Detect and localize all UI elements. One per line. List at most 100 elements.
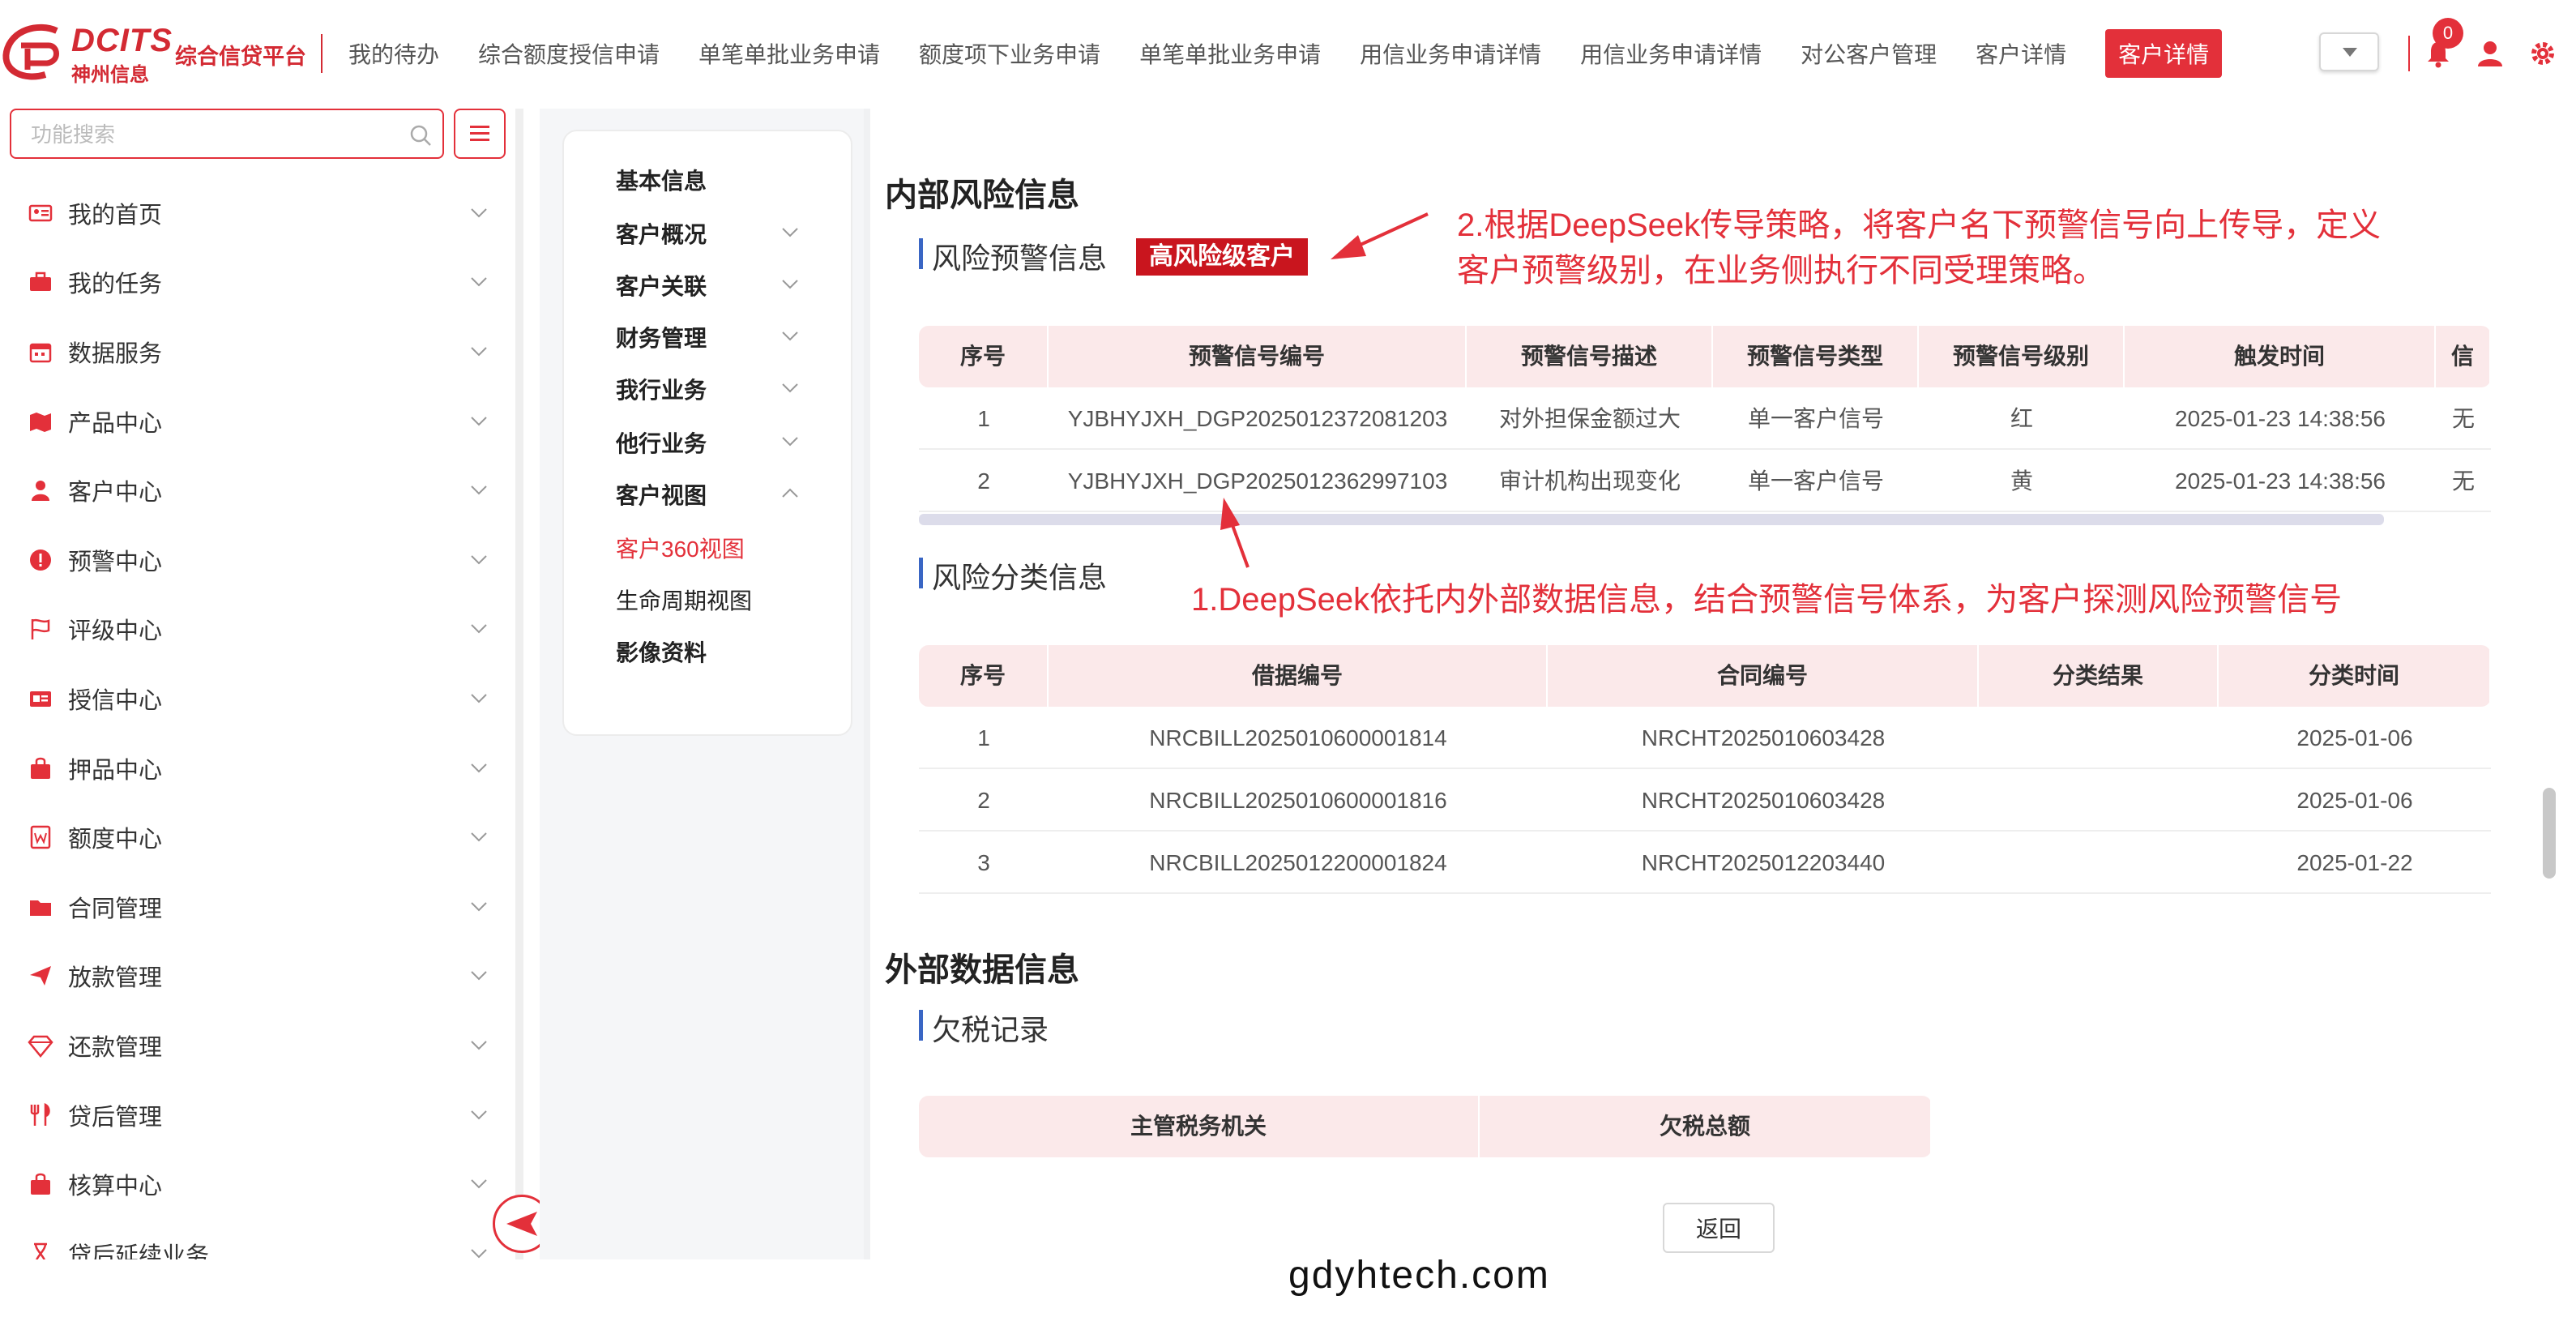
sidebar-item[interactable]: 放款管理 (0, 942, 515, 1011)
chevron-down-icon[interactable] (781, 279, 798, 289)
column-header[interactable]: 分类结果 (1979, 645, 2219, 707)
chevron-down-icon (471, 902, 487, 912)
column-header[interactable]: 合同编号 (1548, 645, 1979, 707)
sidebar-scrollbar[interactable] (515, 109, 523, 1259)
nav-tab[interactable]: 用信业务申请详情 (1580, 37, 1762, 70)
sidebar-item[interactable]: 额度中心 (0, 802, 515, 872)
table-row[interactable]: 2 NRCBILL2025010600001816 NRCHT20250106034… (919, 769, 2491, 832)
chevron-down-icon[interactable] (781, 331, 798, 341)
column-header[interactable]: 预警信号级别 (1919, 326, 2125, 387)
customer-subnav: 基本信息客户概况客户关联财务管理我行业务他行业务客户视图客户360视图 生命周期视… (562, 130, 852, 736)
top-dropdown[interactable] (2319, 32, 2379, 71)
chevron-down-icon[interactable] (781, 227, 798, 237)
nav-tab[interactable]: 客户详情 (1976, 37, 2066, 70)
sidebar-item[interactable]: 合同管理 (0, 872, 515, 942)
subnav-item[interactable]: 客户视图 (616, 478, 707, 511)
subnav-item[interactable]: 客户360视图 (616, 532, 745, 564)
subnav-item[interactable]: 他行业务 (616, 426, 707, 459)
subnav-item[interactable]: 我行业务 (616, 373, 707, 405)
table-cell: 单一客户信号 (1747, 406, 1884, 431)
nav-tab[interactable]: 用信业务申请详情 (1360, 37, 1541, 70)
chevron-down-icon[interactable] (781, 383, 798, 393)
table-cell: 2025-01-23 14:38:56 (2175, 406, 2386, 431)
logo[interactable]: DCITS 神州信息 综合信贷平台 (0, 21, 308, 86)
table-cell: NRCBILL2025010600001814 (1149, 725, 1447, 750)
nav-tab[interactable]: 单笔单批业务申请 (1139, 37, 1321, 70)
chevron-down-icon (471, 416, 487, 425)
alert-icon (30, 549, 51, 571)
sidebar-item[interactable]: 预警中心 (0, 525, 515, 595)
column-header[interactable]: 借据编号 (1049, 645, 1548, 707)
column-header[interactable]: 分类时间 (2219, 645, 2491, 707)
column-header[interactable]: 触发时间 (2125, 326, 2436, 387)
column-header[interactable]: 预警信号类型 (1713, 326, 1919, 387)
sidebar-item-label: 还款管理 (68, 1034, 163, 1061)
sidebar-item[interactable]: 授信中心 (0, 664, 515, 733)
sidebar-item-label: 放款管理 (68, 965, 163, 992)
nav-tab[interactable]: 额度项下业务申请 (919, 37, 1100, 70)
back-button[interactable]: 返回 (1663, 1203, 1775, 1253)
column-header[interactable]: 信 (2436, 326, 2491, 387)
chevron-up-icon[interactable] (781, 488, 798, 498)
hourglass-icon (34, 1242, 47, 1259)
sidebar-item[interactable]: 还款管理 (0, 1011, 515, 1080)
notification-badge: 0 (2433, 18, 2463, 49)
sidebar-item-label: 核算中心 (68, 1174, 163, 1200)
table-header: 主管税务机关 欠税总额 (919, 1096, 1932, 1157)
sidebar-item[interactable]: 核算中心 (0, 1149, 515, 1219)
nav-tab-active[interactable]: 客户详情 (2105, 29, 2223, 78)
sidebar-item[interactable]: 产品中心 (0, 387, 515, 456)
table-horizontal-scrollbar[interactable] (919, 514, 2384, 525)
subnav-item[interactable]: 基本信息 (616, 164, 707, 196)
sidebar-item-label: 产品中心 (68, 410, 163, 437)
subnav-item[interactable]: 财务管理 (616, 321, 707, 353)
chevron-down-icon[interactable] (781, 436, 798, 447)
sidebar-item[interactable]: 客户中心 (0, 455, 515, 525)
watermark-text: gdyhtech.com (1288, 1254, 1550, 1297)
card-icon (30, 691, 51, 707)
column-header[interactable]: 欠税总额 (1480, 1096, 1932, 1157)
sidebar-item[interactable]: 我的首页 (0, 178, 515, 248)
menu-toggle-button[interactable] (454, 109, 506, 159)
nav-tab[interactable]: 综合额度授信申请 (478, 37, 660, 70)
content-vertical-scrollbar[interactable] (2543, 788, 2556, 879)
sidebar-item[interactable]: 贷后延续业务 (0, 1219, 515, 1259)
table-row[interactable]: 1 YJBHYJXH_DGP2025012372081203 对外担保金额过大 单一客… (919, 387, 2491, 450)
search-input[interactable] (31, 118, 387, 151)
nav-tab[interactable]: 对公客户管理 (1801, 37, 1937, 70)
column-header[interactable]: 序号 (919, 326, 1049, 387)
function-search[interactable] (10, 109, 444, 159)
table-cell: 对外担保金额过大 (1498, 406, 1681, 431)
table-cell: 单一客户信号 (1747, 468, 1884, 494)
table-cell: 2025-01-23 14:38:56 (2175, 468, 2386, 494)
subnav-item[interactable]: 影像资料 (616, 635, 707, 668)
sidebar-item[interactable]: 贷后管理 (0, 1080, 515, 1150)
search-icon[interactable] (408, 123, 433, 148)
sidebar-item[interactable]: 评级中心 (0, 595, 515, 665)
sidebar-item[interactable]: 数据服务 (0, 317, 515, 387)
folder-icon (30, 900, 51, 916)
column-header[interactable]: 预警信号描述 (1467, 326, 1713, 387)
table-row[interactable]: 2 YJBHYJXH_DGP2025012362997103 审计机构出现变化 单一客… (919, 450, 2491, 512)
table-row[interactable]: 1 NRCBILL2025010600001814 NRCHT20250106034… (919, 707, 2491, 769)
table-cell: 无 (2451, 468, 2475, 494)
subnav-item[interactable]: 生命周期视图 (616, 584, 752, 616)
subnav-item[interactable]: 客户关联 (616, 269, 707, 301)
sidebar-item-label: 预警中心 (68, 549, 163, 575)
menu-list-icon (470, 126, 489, 141)
sidebar-item-label: 押品中心 (68, 757, 163, 784)
nav-tab[interactable]: 单笔单批业务申请 (698, 37, 880, 70)
chevron-down-icon (471, 347, 487, 357)
subnav-item[interactable]: 客户概况 (616, 217, 707, 250)
gear-icon[interactable] (2528, 39, 2557, 68)
table-row[interactable]: 3 NRCBILL2025012200001824 NRCHT20250122034… (919, 832, 2491, 894)
column-header[interactable]: 序号 (919, 645, 1049, 707)
column-header[interactable]: 主管税务机关 (919, 1096, 1480, 1157)
sidebar-item[interactable]: 我的任务 (0, 248, 515, 318)
nav-tab[interactable]: 我的待办 (348, 37, 439, 70)
sidebar-item[interactable]: 押品中心 (0, 733, 515, 803)
user-icon[interactable] (2476, 39, 2504, 68)
sidebar-item-label: 数据服务 (68, 340, 163, 367)
column-header[interactable]: 预警信号编号 (1049, 326, 1467, 387)
table-cell: 3 (977, 850, 990, 875)
